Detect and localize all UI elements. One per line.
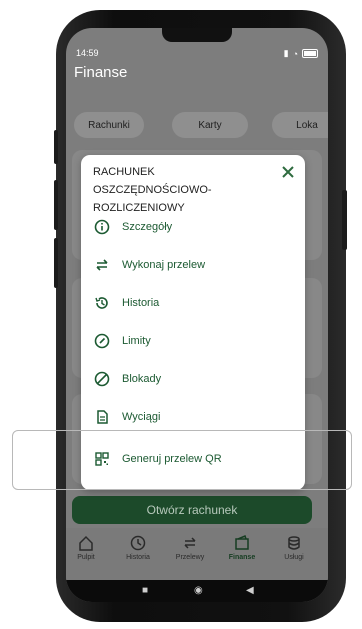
- nav-label: Historia: [126, 554, 150, 561]
- nav-item-przelewy[interactable]: Przelewy: [164, 534, 216, 561]
- signal-icon: ▮: [283, 48, 289, 58]
- phone-side-button: [54, 238, 58, 288]
- open-account-button[interactable]: Otwórz rachunek: [72, 496, 312, 524]
- database-icon: [288, 536, 300, 550]
- qr-item-highlight-frame: [12, 430, 352, 490]
- menu-item-label: Wykonaj przelew: [122, 259, 206, 271]
- nav-label: Przelewy: [175, 554, 205, 561]
- gauge-icon: [94, 333, 110, 349]
- menu-item-historia[interactable]: Historia: [81, 285, 305, 321]
- tab-karty[interactable]: Karty: [172, 112, 248, 138]
- history-icon: [130, 535, 146, 551]
- status-bar: 14:59 ▮ ◔: [76, 48, 318, 60]
- menu-item-szczegoly[interactable]: Szczegóły: [81, 209, 305, 245]
- system-navigation-bar: ■ ◉ ◀: [66, 580, 328, 602]
- menu-item-label: Historia: [122, 297, 160, 309]
- wifi-icon: ◔: [292, 48, 298, 59]
- nav-label: Pulpit: [77, 554, 95, 561]
- nav-label: Finanse: [228, 554, 256, 561]
- back-icon[interactable]: ◀: [246, 585, 254, 596]
- menu-item-label: Szczegóły: [122, 221, 173, 233]
- menu-item-label: Limity: [122, 335, 151, 347]
- tab-rachunki[interactable]: Rachunki: [74, 112, 144, 138]
- status-time: 14:59: [76, 48, 99, 58]
- recent-apps-icon[interactable]: ■: [142, 585, 148, 596]
- transfer-icon: [96, 259, 108, 271]
- nav-label: Usługi: [284, 554, 304, 561]
- menu-item-limity[interactable]: Limity: [81, 323, 305, 359]
- home-icon: [79, 535, 93, 551]
- menu-item-wykonaj-przelew[interactable]: Wykonaj przelew: [81, 247, 305, 283]
- phone-side-button: [342, 190, 347, 250]
- battery-icon: [302, 49, 318, 58]
- menu-item-label: Wyciągi: [122, 411, 161, 423]
- block-icon: [94, 371, 110, 387]
- document-icon: [97, 410, 108, 424]
- phone-side-button: [54, 130, 58, 164]
- nav-item-pulpit[interactable]: Pulpit: [66, 534, 112, 561]
- menu-item-label: Blokady: [122, 373, 162, 385]
- close-icon[interactable]: [281, 165, 295, 179]
- camera-notch: [162, 28, 232, 42]
- phone-side-button: [54, 180, 58, 230]
- menu-item-blokady[interactable]: Blokady: [81, 361, 305, 397]
- nav-item-finanse[interactable]: Finanse: [216, 534, 268, 561]
- page-title: Finanse: [74, 64, 128, 81]
- nav-item-historia[interactable]: Historia: [112, 534, 164, 561]
- info-icon: [94, 219, 110, 235]
- bottom-navigation: Pulpit Historia Przelewy Finanse Usługi: [66, 528, 328, 580]
- history-icon: [95, 297, 108, 309]
- wallet-icon: [235, 534, 249, 550]
- nav-item-uslugi[interactable]: Usługi: [268, 534, 320, 561]
- transfer-icon: [184, 537, 196, 549]
- tab-lokaty[interactable]: Loka: [272, 112, 328, 138]
- home-button-icon[interactable]: ◉: [194, 585, 203, 596]
